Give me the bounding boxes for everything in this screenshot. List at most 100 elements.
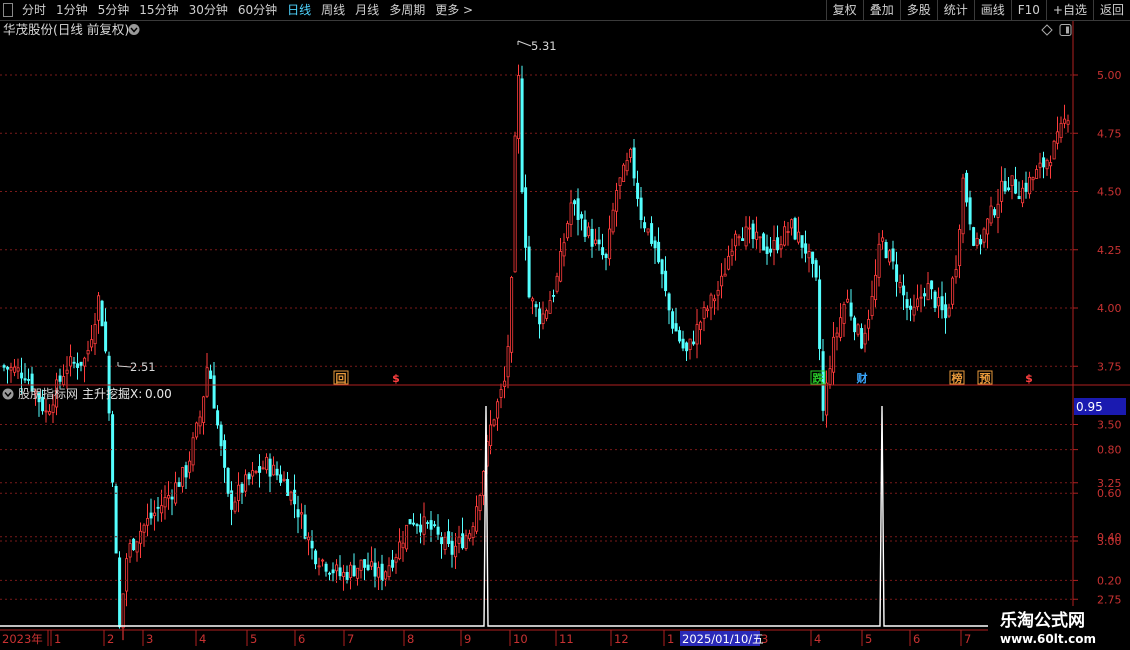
candle-body[interactable] [849,302,853,317]
candle-body[interactable] [534,304,538,308]
candle-body[interactable] [870,296,874,316]
candle-body[interactable] [342,571,346,577]
candle-body[interactable] [1063,118,1067,124]
candle-body[interactable] [471,526,475,538]
candle-body[interactable] [457,536,461,544]
candle-body[interactable] [461,533,465,549]
candle-body[interactable] [828,368,832,385]
panel-toggle-icon[interactable] [1059,24,1072,36]
candle-body[interactable] [76,363,80,368]
candle-body[interactable] [13,366,17,373]
candle-body[interactable] [555,275,559,292]
candle-body[interactable] [83,357,87,367]
candle-body[interactable] [408,519,412,525]
candle-body[interactable] [604,253,608,258]
candle-body[interactable] [373,562,377,577]
candle-body[interactable] [366,564,370,571]
candle-body[interactable] [394,557,398,563]
candle-body[interactable] [587,226,591,237]
candle-body[interactable] [643,222,647,229]
candle-body[interactable] [314,550,318,565]
candle-body[interactable] [569,202,573,225]
candle-body[interactable] [807,251,811,259]
candle-body[interactable] [716,289,720,296]
candle-body[interactable] [254,470,258,473]
candle-body[interactable] [258,466,262,473]
candle-body[interactable] [667,293,671,311]
candle-body[interactable] [20,372,24,379]
candle-body[interactable] [142,524,146,533]
candle-body[interactable] [188,460,192,473]
candle-body[interactable] [814,260,818,278]
candle-body[interactable] [671,311,675,329]
candle-body[interactable] [496,401,500,419]
candle-body[interactable] [909,305,913,310]
diamond-icon[interactable] [1041,24,1053,36]
candle-body[interactable] [226,468,230,494]
candle-body[interactable] [804,243,808,254]
candle-body[interactable] [916,298,920,308]
candle-body[interactable] [706,308,710,312]
candle-body[interactable] [198,416,202,427]
candle-body[interactable] [751,223,755,239]
candle-body[interactable] [223,440,227,468]
candle-body[interactable] [972,227,976,246]
title-dropdown-icon[interactable] [128,24,140,35]
candle-body[interactable] [699,321,703,331]
candle-body[interactable] [692,341,696,345]
candle-body[interactable] [748,227,752,230]
candle-body[interactable] [877,243,881,278]
candle-body[interactable] [786,231,790,233]
event-marker[interactable]: $ [392,372,400,385]
candle-body[interactable] [272,464,276,476]
candle-body[interactable] [902,285,906,296]
candle-body[interactable] [905,299,909,308]
candle-body[interactable] [300,512,304,515]
event-marker[interactable]: 财 [856,371,868,385]
candle-body[interactable] [1007,187,1011,191]
candle-body[interactable] [622,164,626,182]
candle-body[interactable] [160,505,164,514]
candle-body[interactable] [653,240,657,249]
candle-body[interactable] [359,559,363,571]
candle-body[interactable] [237,484,241,502]
candle-body[interactable] [919,296,923,299]
candle-body[interactable] [191,437,195,466]
candle-body[interactable] [674,323,678,332]
candle-body[interactable] [982,228,986,243]
candle-body[interactable] [601,247,605,256]
candle-body[interactable] [937,297,941,307]
candle-body[interactable] [702,307,706,319]
candle-body[interactable] [891,248,895,262]
candle-body[interactable] [503,380,507,387]
candle-body[interactable] [632,147,636,179]
candle-body[interactable] [842,304,846,324]
candle-body[interactable] [944,304,948,319]
candle-body[interactable] [205,367,209,397]
candle-body[interactable] [111,414,115,483]
candle-body[interactable] [279,474,283,483]
candle-body[interactable] [734,233,738,247]
candle-body[interactable] [293,489,297,505]
candle-body[interactable] [646,228,650,233]
candle-body[interactable] [783,226,787,246]
candle-body[interactable] [464,535,468,549]
candle-body[interactable] [352,565,356,577]
candle-body[interactable] [566,223,570,239]
candle-body[interactable] [772,240,776,250]
candle-body[interactable] [762,233,766,251]
candle-body[interactable] [888,250,892,263]
candle-body[interactable] [216,410,220,426]
candle-body[interactable] [874,274,878,301]
candle-body[interactable] [818,279,822,349]
candle-body[interactable] [720,275,724,287]
candle-body[interactable] [2,365,6,368]
candle-body[interactable] [401,542,405,549]
candle-body[interactable] [426,522,430,524]
candle-body[interactable] [177,482,181,487]
candle-body[interactable] [552,294,556,297]
candle-body[interactable] [678,330,682,342]
candle-body[interactable] [265,456,269,471]
candle-body[interactable] [132,538,136,551]
candle-body[interactable] [1035,169,1039,179]
